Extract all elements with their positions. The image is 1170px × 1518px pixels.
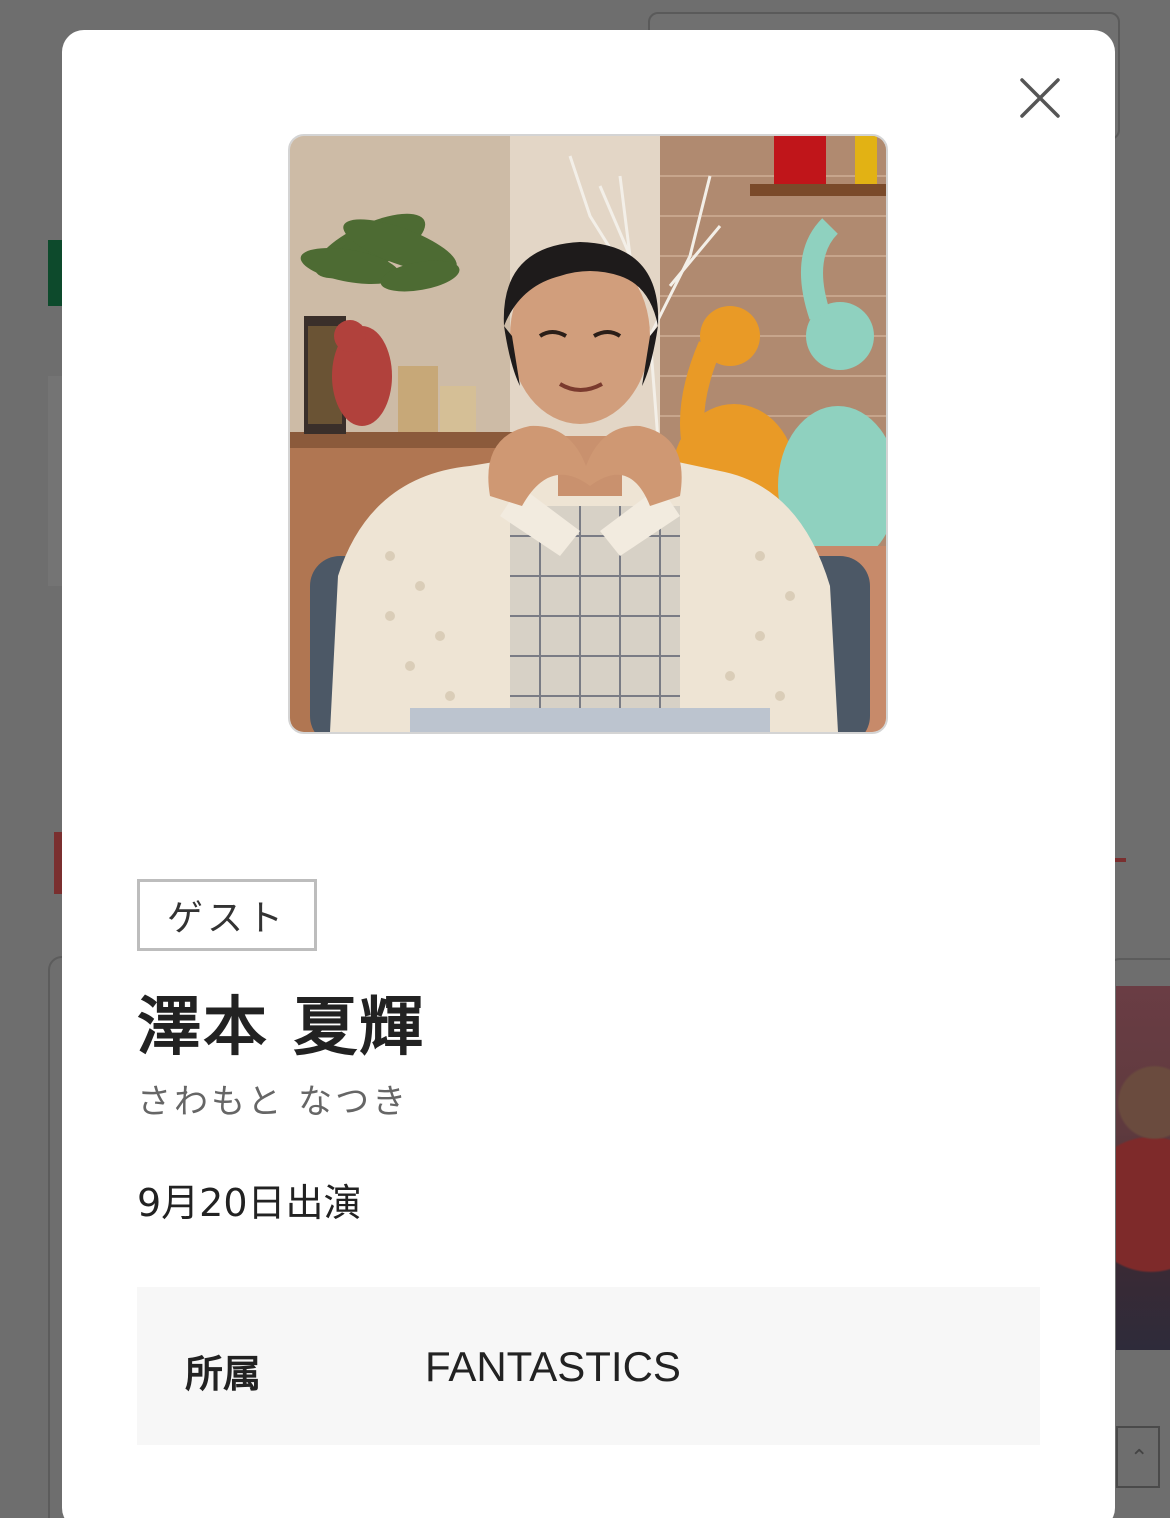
chevron-icon: ⌃ <box>1130 1446 1149 1471</box>
info-label-affiliation: 所属 <box>185 1352 262 1396</box>
info-table: 所属 FANTASTICS <box>137 1287 1040 1445</box>
guest-name-reading: さわもと なつき <box>137 1082 410 1122</box>
close-icon <box>1020 78 1060 118</box>
guest-photo <box>288 134 888 734</box>
background-thumbnail <box>1116 986 1170 1350</box>
role-tag: ゲスト <box>137 879 317 951</box>
info-value-affiliation: FANTASTICS <box>425 1343 681 1390</box>
guest-name: 澤本 夏輝 <box>137 991 426 1065</box>
background-button: ⌃ <box>1116 1426 1160 1488</box>
close-button[interactable] <box>1012 70 1068 126</box>
guest-profile-modal: ゲスト 澤本 夏輝 さわもと なつき 9月20日出演 所属 FANTASTICS <box>62 30 1115 1518</box>
appearance-date: 9月20日出演 <box>137 1181 362 1225</box>
